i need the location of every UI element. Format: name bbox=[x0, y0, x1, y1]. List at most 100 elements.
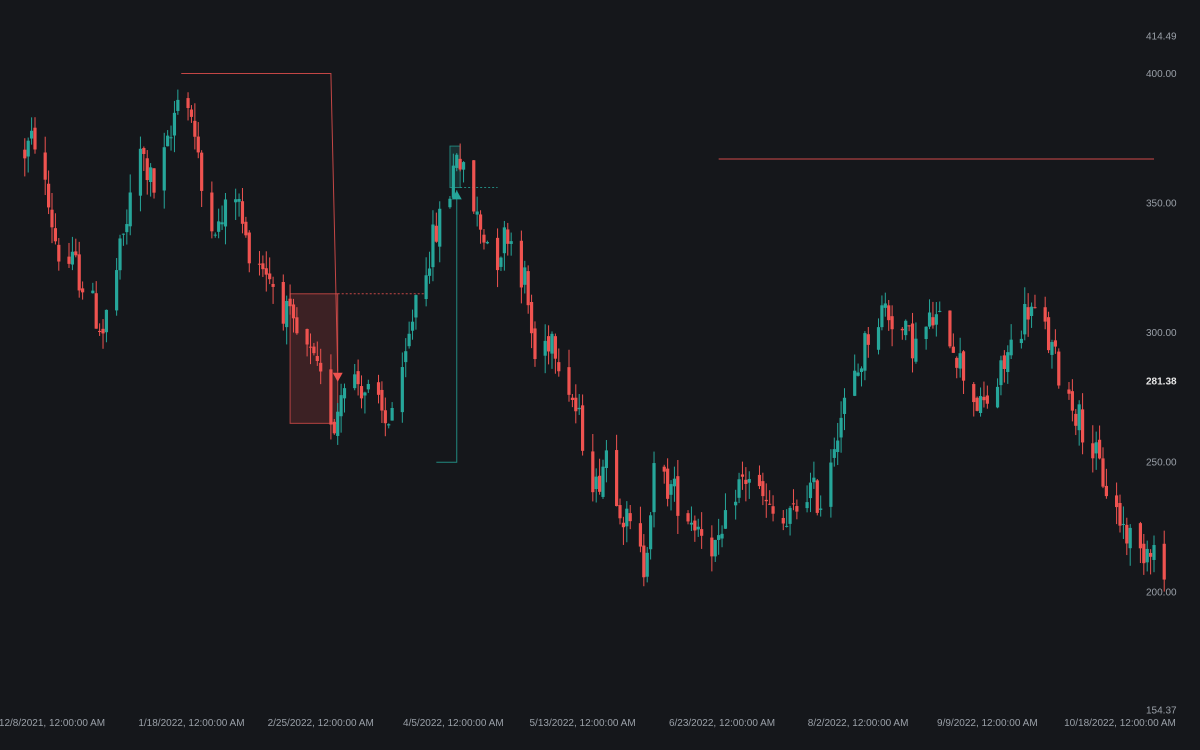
candle[interactable] bbox=[594, 468, 598, 503]
candle[interactable] bbox=[438, 201, 442, 263]
candle[interactable] bbox=[972, 382, 976, 417]
candle[interactable] bbox=[448, 195, 452, 209]
candle[interactable] bbox=[1019, 330, 1023, 349]
candle[interactable] bbox=[410, 309, 415, 340]
candle[interactable] bbox=[400, 352, 404, 423]
candle[interactable] bbox=[43, 136, 47, 196]
candle[interactable] bbox=[196, 122, 200, 159]
candle[interactable] bbox=[285, 295, 289, 345]
candle[interactable] bbox=[791, 489, 796, 511]
candle[interactable] bbox=[363, 391, 367, 414]
candle[interactable] bbox=[550, 331, 554, 369]
candle[interactable] bbox=[94, 281, 98, 329]
candle[interactable] bbox=[200, 150, 204, 208]
candle[interactable] bbox=[887, 299, 891, 331]
candle[interactable] bbox=[734, 489, 738, 520]
candle[interactable] bbox=[689, 506, 694, 532]
candle[interactable] bbox=[768, 490, 772, 506]
candle[interactable] bbox=[570, 393, 574, 408]
candle[interactable] bbox=[237, 193, 241, 217]
candle[interactable] bbox=[1029, 302, 1034, 328]
candle[interactable] bbox=[649, 512, 653, 560]
candle[interactable] bbox=[978, 387, 983, 417]
candle[interactable] bbox=[115, 258, 119, 316]
candle[interactable] bbox=[33, 117, 37, 154]
candle[interactable] bbox=[172, 100, 177, 153]
candle[interactable] bbox=[281, 274, 285, 331]
candle[interactable] bbox=[461, 161, 466, 183]
candle[interactable] bbox=[485, 240, 489, 245]
candle[interactable] bbox=[189, 105, 194, 123]
candle[interactable] bbox=[383, 397, 387, 437]
candle[interactable] bbox=[176, 89, 180, 115]
candle[interactable] bbox=[1067, 382, 1071, 400]
candle[interactable] bbox=[842, 388, 847, 431]
candle[interactable] bbox=[46, 170, 51, 215]
candle[interactable] bbox=[359, 375, 364, 409]
candle[interactable] bbox=[495, 228, 500, 288]
candle[interactable] bbox=[533, 321, 537, 367]
candle[interactable] bbox=[781, 510, 785, 531]
candle[interactable] bbox=[672, 466, 677, 502]
candle[interactable] bbox=[907, 325, 911, 332]
candle[interactable] bbox=[162, 132, 166, 209]
candle[interactable] bbox=[264, 251, 268, 292]
candle[interactable] bbox=[499, 256, 503, 272]
candle[interactable] bbox=[366, 379, 370, 393]
candle[interactable] bbox=[1046, 311, 1051, 354]
candle[interactable] bbox=[1118, 494, 1122, 533]
candle[interactable] bbox=[717, 518, 721, 555]
candle[interactable] bbox=[1128, 524, 1132, 566]
candle[interactable] bbox=[121, 233, 126, 246]
candle[interactable] bbox=[853, 354, 857, 397]
candle[interactable] bbox=[57, 238, 61, 271]
candle[interactable] bbox=[693, 515, 697, 542]
candle[interactable] bbox=[128, 174, 132, 236]
candle[interactable] bbox=[652, 451, 656, 528]
candle[interactable] bbox=[434, 212, 438, 243]
candle[interactable] bbox=[958, 337, 962, 378]
candle[interactable] bbox=[615, 434, 619, 507]
candle[interactable] bbox=[509, 232, 513, 256]
candle[interactable] bbox=[342, 383, 347, 413]
candle[interactable] bbox=[193, 103, 197, 150]
candle[interactable] bbox=[696, 518, 700, 537]
candle[interactable] bbox=[478, 210, 483, 244]
candle[interactable] bbox=[475, 196, 479, 227]
candle[interactable] bbox=[523, 260, 527, 294]
candle[interactable] bbox=[142, 146, 146, 171]
candle[interactable] bbox=[642, 534, 646, 587]
candle[interactable] bbox=[268, 257, 272, 285]
candle[interactable] bbox=[543, 324, 547, 374]
candle[interactable] bbox=[999, 355, 1003, 396]
candle[interactable] bbox=[1002, 350, 1006, 383]
candle[interactable] bbox=[1125, 517, 1129, 556]
candle[interactable] bbox=[1121, 506, 1126, 539]
candle[interactable] bbox=[700, 512, 704, 549]
candle[interactable] bbox=[839, 401, 843, 453]
candle[interactable] bbox=[910, 312, 915, 373]
candle[interactable] bbox=[686, 510, 690, 525]
candle[interactable] bbox=[580, 394, 585, 456]
candle[interactable] bbox=[1009, 324, 1013, 360]
candle[interactable] bbox=[1070, 379, 1074, 422]
candle[interactable] bbox=[618, 498, 622, 525]
candle[interactable] bbox=[519, 230, 523, 304]
candle[interactable] bbox=[948, 310, 952, 349]
candle[interactable] bbox=[431, 210, 435, 282]
candle[interactable] bbox=[914, 322, 918, 364]
candle[interactable] bbox=[931, 301, 935, 329]
candle[interactable] bbox=[404, 338, 408, 378]
candle[interactable] bbox=[934, 302, 938, 337]
candle[interactable] bbox=[1057, 348, 1061, 389]
candle[interactable] bbox=[472, 159, 476, 214]
candle[interactable] bbox=[414, 294, 418, 330]
candle[interactable] bbox=[213, 232, 217, 238]
candle[interactable] bbox=[50, 193, 54, 244]
candle[interactable] bbox=[118, 234, 122, 280]
candle[interactable] bbox=[880, 295, 884, 331]
candle[interactable] bbox=[982, 381, 986, 408]
candle[interactable] bbox=[598, 458, 602, 495]
candle[interactable] bbox=[101, 319, 105, 349]
candle[interactable] bbox=[240, 188, 245, 234]
